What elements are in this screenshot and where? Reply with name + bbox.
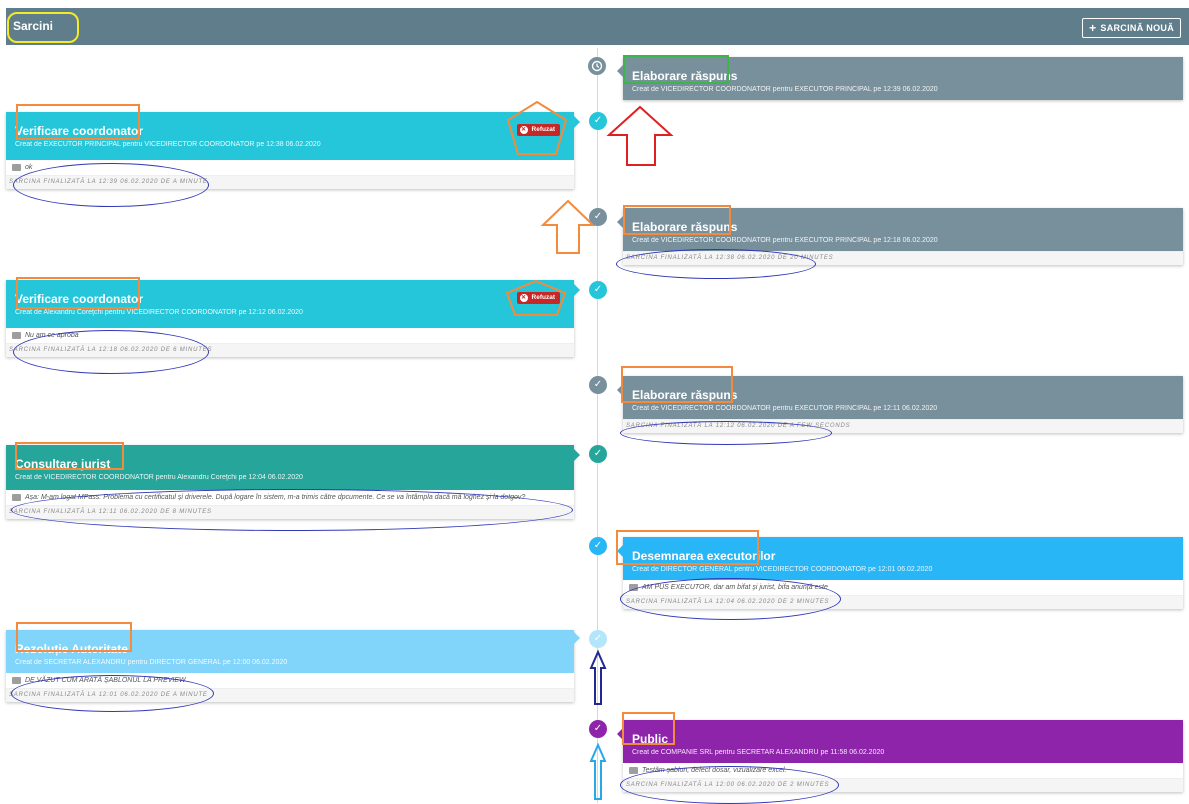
card-pointer [617,384,623,396]
task-card-elaborare-1[interactable]: Elaborare răspuns Creat de VICEDIRECTOR … [617,57,1183,100]
task-footer: SARCINA FINALIZATĂ LA 12:38 06.02.2020 D… [623,251,1183,265]
annotation-arrow-orange [540,199,596,254]
task-card-header: Verificare coordonator Creat de EXECUTOR… [6,112,580,160]
card-pointer [574,284,580,296]
task-card-header: Rezoluție Autoritate Creat de SECRETAR A… [6,630,580,673]
badge-label: Refuzat [531,126,555,133]
task-title: Elaborare răspuns [632,388,738,402]
task-card-elaborare-2[interactable]: Elaborare răspuns Creat de VICEDIRECTOR … [617,208,1183,265]
check-icon: ✓ [589,112,607,130]
check-icon: ✓ [589,720,607,738]
comment-text: ok [25,164,33,171]
task-card-rezolutie-autoritate[interactable]: Rezoluție Autoritate Creat de SECRETAR A… [6,630,580,702]
task-card-public[interactable]: Public Creat de COMPANIE SRL pentru SECR… [617,720,1183,792]
status-badge-refused: ✕ Refuzat [516,124,560,136]
task-meta: Creat de VICEDIRECTOR COORDONATOR pentru… [632,237,938,244]
task-comment: Așa: M-am logat MPass. Problema cu certi… [6,490,574,505]
task-comment: AM PUS EXECUTOR, dar am bifat și jurist,… [623,580,1183,595]
annotation-arrow-lightblue [589,742,607,800]
comment-icon [12,494,21,501]
task-footer: SARCINA FINALIZATĂ LA 12:12 06.02.2020 D… [623,419,1183,433]
annotation-arrow-red [606,105,674,166]
comment-icon [629,767,638,774]
task-meta: Creat de VICEDIRECTOR COORDONATOR pentru… [632,86,938,93]
task-footer: SARCINA FINALIZATĂ LA 12:11 06.02.2020 D… [6,505,574,519]
card-pointer [574,632,580,644]
comment-icon [12,164,21,171]
task-card-header: Consultare jurist Creat de VICEDIRECTOR … [6,445,580,490]
card-pointer [574,116,580,128]
check-icon: ✓ [589,537,607,555]
task-meta: Creat de EXECUTOR PRINCIPAL pentru VICED… [15,141,321,148]
annotation-arrow-navy [589,649,607,705]
task-card-header: Verificare coordonator Creat de Alexandr… [6,280,580,328]
badge-label: Refuzat [531,294,555,301]
task-meta: Creat de SECRETAR ALEXANDRU pentru DIREC… [15,659,288,666]
clock-icon [588,57,606,75]
task-footer: SARCINA FINALIZATĂ LA 12:39 06.02.2020 D… [6,175,574,189]
task-card-header: Elaborare răspuns Creat de VICEDIRECTOR … [617,208,1183,251]
task-title: Elaborare răspuns [632,220,738,234]
new-task-button[interactable]: + SARCINĂ NOUĂ [1082,18,1181,38]
card-pointer [617,545,623,557]
card-pointer [617,65,623,77]
task-footer: SARCINA FINALIZATĂ LA 12:00 06.02.2020 D… [623,778,1183,792]
task-comment: DE VĂZUT CUM ARATĂ ȘABLONUL LA PREVIEW [6,673,574,688]
comment-text: DE VĂZUT CUM ARATĂ ȘABLONUL LA PREVIEW [25,677,186,684]
task-footer: SARCINA FINALIZATĂ LA 12:04 06.02.2020 D… [623,595,1183,609]
check-icon: ✓ [589,376,607,394]
task-card-header: Public Creat de COMPANIE SRL pentru SECR… [617,720,1183,763]
task-card-verificare-1[interactable]: Verificare coordonator Creat de EXECUTOR… [6,112,580,189]
task-title: Elaborare răspuns [632,69,738,83]
card-pointer [574,449,580,461]
task-title: Rezoluție Autoritate [15,642,128,656]
task-meta: Creat de VICEDIRECTOR COORDONATOR pentru… [632,405,938,412]
task-meta: Creat de COMPANIE SRL pentru SECRETAR AL… [632,749,885,756]
task-card-consultare-jurist[interactable]: Consultare jurist Creat de VICEDIRECTOR … [6,445,580,519]
task-meta: Creat de DIRECTOR GENERAL pentru VICEDIR… [632,566,933,573]
task-card-header: Elaborare răspuns Creat de VICEDIRECTOR … [617,57,1183,100]
check-icon: ✓ [589,445,607,463]
task-footer: SARCINA FINALIZATĂ LA 12:01 06.02.2020 D… [6,688,574,702]
top-bar: Sarcini + SARCINĂ NOUĂ [6,8,1189,45]
comment-icon [12,332,21,339]
task-card-elaborare-3[interactable]: Elaborare răspuns Creat de VICEDIRECTOR … [617,376,1183,433]
task-title: Verificare coordonator [15,124,144,138]
card-pointer [617,728,623,740]
task-meta: Creat de Alexandru Coreţchi pentru VICED… [15,309,303,316]
task-title: Public [632,732,669,746]
card-pointer [617,216,623,228]
timeline-line [597,48,598,803]
task-card-desemnarea-executorilor[interactable]: Desemnarea executorilor Creat de DIRECTO… [617,537,1183,609]
close-icon: ✕ [519,294,528,302]
comment-text: AM PUS EXECUTOR, dar am bifat și jurist,… [642,584,828,591]
task-comment: Nu am ce aproba [6,328,574,343]
task-footer: SARCINA FINALIZATĂ LA 12:18 06.02.2020 D… [6,343,574,357]
task-comment: ok [6,160,574,175]
comment-text: Așa: M-am logat MPass. Problema cu certi… [25,494,526,501]
task-title: Desemnarea executorilor [632,549,776,563]
check-icon: ✓ [589,281,607,299]
close-icon: ✕ [519,126,528,134]
task-comment: Testăm șablon, defect dosar, vizualizare… [623,763,1183,778]
status-badge-refused: ✕ Refuzat [516,292,560,304]
task-card-header: Desemnarea executorilor Creat de DIRECTO… [617,537,1183,580]
task-title: Verificare coordonator [15,292,144,306]
comment-text: Testăm șablon, defect dosar, vizualizare… [642,767,787,774]
comment-text: Nu am ce aproba [25,332,79,339]
comment-icon [12,677,21,684]
task-card-verificare-2[interactable]: Verificare coordonator Creat de Alexandr… [6,280,580,357]
plus-icon: + [1089,21,1097,35]
task-card-header: Elaborare răspuns Creat de VICEDIRECTOR … [617,376,1183,419]
check-icon: ✓ [589,630,607,648]
check-icon: ✓ [589,208,607,226]
task-meta: Creat de VICEDIRECTOR COORDONATOR pentru… [15,474,303,481]
task-title: Consultare jurist [15,457,111,471]
comment-icon [629,584,638,591]
new-task-label: SARCINĂ NOUĂ [1100,23,1174,33]
annotation-title-highlight [7,12,79,43]
